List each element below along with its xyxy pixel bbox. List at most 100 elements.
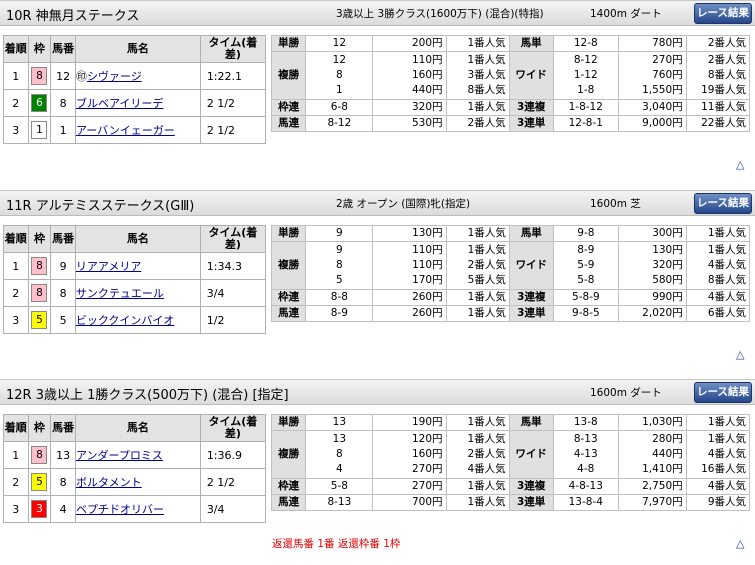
combination: 8-12 1-12 1-8: [552, 51, 619, 100]
combination-line: 12-8-1: [568, 117, 603, 129]
result-row: 3 5 5 ビッククインバイオ 1/2: [3, 306, 267, 334]
popularity-line: 5番人気: [467, 274, 506, 286]
combination-line: 8-12: [327, 117, 352, 129]
result-table: 着順枠馬番 馬名 タイム(着差) 1 8 13 アンダープロミス 1:36.9 2 5 8 ボルタメン…: [3, 414, 267, 523]
payout-amount-line: 130円: [652, 244, 683, 256]
race-header: 11R アルテミスステークス(GⅢ) 2歳 オープン (国際)牝(指定) 1600m…: [0, 190, 755, 216]
frame-badge: 1: [31, 121, 48, 139]
combination: 8-9: [305, 305, 374, 322]
combination-line: 5-8: [330, 480, 348, 492]
horse-number-cell: 8: [50, 89, 76, 117]
race-result-button[interactable]: レース結果: [694, 3, 752, 24]
payout-row: 馬連 8-13 700円 1番人気 3連単 13-8-4 7,970円 9番人気: [270, 494, 751, 511]
popularity: 1番人気: [445, 35, 510, 52]
payout-amount-line: 440円: [652, 448, 683, 460]
horse-name-link[interactable]: サンクテュエール: [76, 287, 164, 300]
frame-cell: 8: [27, 62, 52, 90]
horse-name-cell: ボルタメント: [74, 468, 201, 496]
rank-cell: 3: [3, 116, 29, 144]
horse-name-link[interactable]: ベプチドオリバー: [76, 503, 164, 516]
popularity: 2番人気 8番人気 19番人気: [685, 51, 751, 100]
payout-amount: 110円 110円 170円: [372, 241, 447, 290]
page-top-triangle-icon[interactable]: △: [736, 158, 744, 171]
header-name: 馬名: [74, 35, 201, 63]
payout-row: 枠連 6-8 320円 1番人気 3連複 1-8-12 3,040円 11番人気: [270, 99, 751, 116]
payout-amount-line: 1,410円: [642, 463, 683, 475]
horse-name-cell: ㊞シヴァージ: [74, 62, 201, 90]
combination: 13 8 4: [305, 430, 374, 479]
popularity-line: 1番人気: [467, 307, 506, 319]
popularity-line: 1番人気: [467, 37, 506, 49]
bet-type-label: 馬連: [270, 494, 307, 511]
result-row: 2 8 8 サンクテュエール 3/4: [3, 279, 267, 307]
bet-type-label: 3連複: [508, 289, 554, 306]
frame-cell: 3: [27, 495, 52, 523]
popularity-line: 1番人気: [467, 227, 506, 239]
combination-line: 8: [336, 69, 343, 81]
page-top-triangle-icon[interactable]: △: [736, 348, 744, 361]
popularity-line: 4番人気: [707, 291, 746, 303]
combination-line: 8-13: [327, 496, 352, 508]
combination: 5-8: [305, 478, 374, 495]
horse-name-link[interactable]: リアアメリア: [76, 260, 141, 273]
horse-name-cell: アーバンイェーガー: [74, 116, 201, 144]
payout-amount: 280円 440円 1,410円: [617, 430, 687, 479]
race-section: 12R 3歳以上 1勝クラス(500万下) (混合) [指定] 1600m ダート…: [0, 379, 755, 565]
combination: 9-8: [552, 225, 619, 242]
payout-amount-line: 320円: [411, 101, 443, 113]
horse-name-link[interactable]: ビッククインバイオ: [76, 314, 175, 327]
horse-number-cell: 12: [50, 62, 76, 90]
payout-amount-line: 260円: [412, 291, 443, 303]
horse-name-link[interactable]: アーバンイェーガー: [76, 124, 175, 137]
horse-name-cell: サンクテュエール: [74, 279, 201, 307]
popularity: 1番人気: [445, 99, 510, 116]
foreign-horse-mark: ㊞: [75, 70, 87, 83]
refund-note: 返還馬番 1番 返還枠番 1枠: [272, 538, 401, 550]
combination: 5-8-9: [552, 289, 619, 306]
time-cell: 3/4: [199, 279, 267, 307]
popularity-line: 1番人気: [707, 227, 746, 239]
race-conditions: 2歳 オープン (国際)牝(指定): [336, 198, 471, 210]
frame-cell: 8: [27, 441, 52, 469]
combination-line: 8-13: [573, 433, 598, 445]
horse-name-link[interactable]: シヴァージ: [87, 70, 142, 83]
payout-row: 複勝 13 8 4 120円 160円 270円 1番人気 2番人気 4番人気 ワイド 8-13 4-1…: [270, 430, 751, 479]
combination: 8-13: [305, 494, 374, 511]
combination: 13-8: [552, 414, 619, 431]
payout-amount-line: 200円: [411, 37, 443, 49]
popularity: 1番人気: [445, 289, 510, 306]
popularity-line: 8番人気: [707, 274, 746, 286]
horse-number-cell: 13: [50, 441, 76, 469]
popularity-line: 1番人気: [467, 480, 506, 492]
time-cell: 2 1/2: [199, 116, 267, 144]
payout-amount: 190円: [372, 414, 447, 431]
payout-amount: 9,000円: [617, 115, 687, 132]
bet-type-label: 馬単: [508, 35, 554, 52]
page-top-triangle-icon[interactable]: △: [736, 537, 744, 550]
race-result-button[interactable]: レース結果: [694, 382, 752, 403]
horse-number-cell: 8: [50, 279, 76, 307]
horse-name-link[interactable]: ブルベアイリーデ: [76, 97, 163, 110]
horse-name-link[interactable]: ボルタメント: [76, 476, 142, 489]
combination: 4-8-13: [552, 478, 619, 495]
header-time: タイム(着差): [199, 225, 267, 253]
race-section: 10R 神無月ステークス 3歳以上 3勝クラス(1600万下) (混合)(特指) 1…: [0, 0, 755, 186]
popularity-line: 4番人気: [707, 480, 746, 492]
payout-amount-line: 2,750円: [642, 480, 683, 492]
bet-type-label: 馬連: [270, 115, 307, 132]
combination-line: 5: [336, 274, 343, 286]
payout-amount-line: 160円: [411, 448, 443, 460]
combination: 1-8-12: [552, 99, 619, 116]
horse-name-cell: ベプチドオリバー: [74, 495, 201, 523]
popularity: 1番人気: [685, 414, 751, 431]
horse-name-link[interactable]: アンダープロミス: [76, 449, 163, 462]
combination-line: 8-12: [573, 54, 598, 66]
race-result-button[interactable]: レース結果: [694, 193, 752, 214]
bet-type-label: 枠連: [270, 478, 307, 495]
popularity: 22番人気: [685, 115, 751, 132]
header-rank: 着順: [3, 35, 29, 63]
horse-number-cell: 1: [50, 116, 76, 144]
payout-table: 単勝 13 190円 1番人気 馬単 13-8 1,030円 1番人気 複勝 13 8 4 120円 16…: [270, 414, 751, 511]
frame-cell: 1: [27, 116, 52, 144]
payout-amount: 130円 320円 580円: [617, 241, 687, 290]
